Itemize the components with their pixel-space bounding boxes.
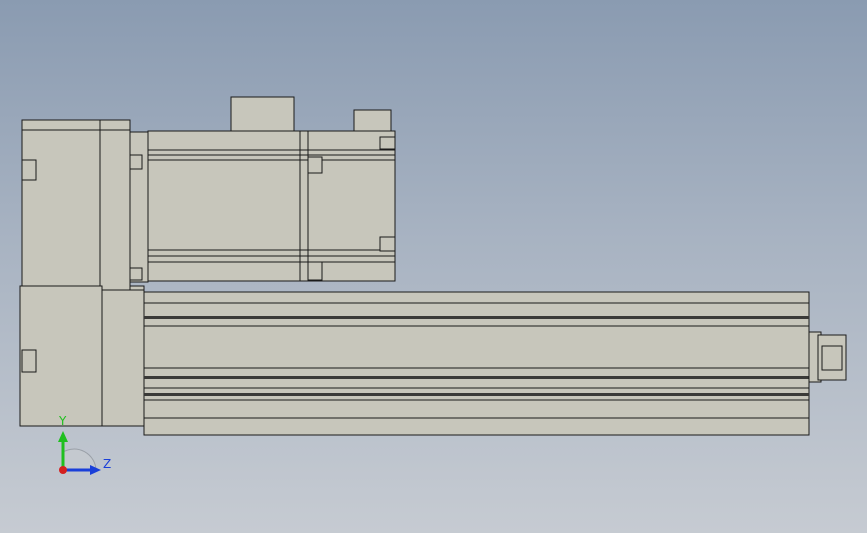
- rod-end-face: [821, 345, 843, 371]
- rod-end[interactable]: [808, 331, 847, 383]
- housing-lower-notch: [21, 349, 37, 373]
- flange-notch-bottom: [129, 267, 143, 281]
- motor-tab-bottom: [307, 261, 323, 281]
- rail-groove-3: [144, 393, 809, 396]
- triad-y-arrow: [58, 431, 68, 442]
- motor-tab-top: [307, 156, 323, 174]
- rail-groove-1: [144, 316, 809, 319]
- flange-notch-top: [129, 154, 143, 170]
- motor-body: [147, 130, 396, 282]
- triad-y-label: Y: [58, 414, 67, 428]
- servo-motor[interactable]: [147, 96, 396, 282]
- drive-housing[interactable]: [19, 119, 149, 427]
- housing-upper-notch: [21, 159, 37, 181]
- actuator-rail[interactable]: [143, 291, 810, 436]
- rail-groove-2: [144, 376, 809, 379]
- rail-body: [143, 291, 810, 436]
- motor-end-notch-bottom: [379, 236, 396, 252]
- cad-viewport[interactable]: Y Z: [0, 0, 867, 533]
- motor-connector-small: [353, 109, 392, 133]
- housing-rail-adapter: [101, 289, 145, 427]
- triad-z-label: Z: [103, 457, 111, 471]
- motor-connector-large: [230, 96, 295, 133]
- motor-end-notch-top: [379, 136, 396, 150]
- triad-x-axis-dot: [59, 466, 67, 474]
- model-view[interactable]: Y Z: [0, 0, 867, 533]
